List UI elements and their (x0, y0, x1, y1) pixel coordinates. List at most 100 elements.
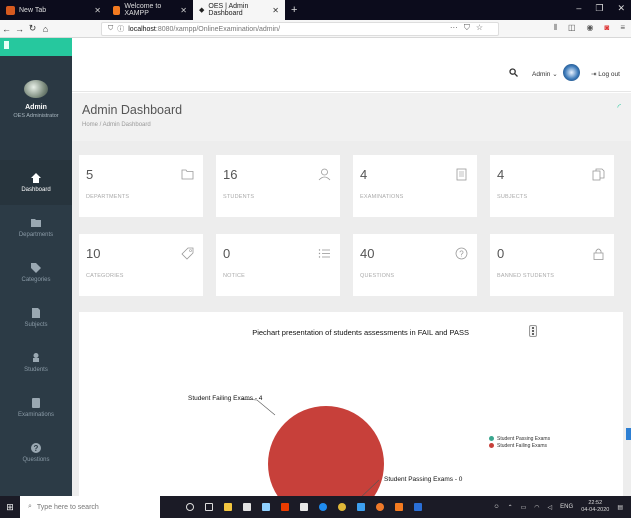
stat-label: EXAMINATIONS (360, 194, 404, 200)
battery-icon[interactable]: ▭ (521, 504, 527, 511)
stat-card-examinations[interactable]: 4 EXAMINATIONS (353, 155, 477, 217)
sidebar-item-students[interactable]: Students (0, 340, 72, 385)
people-icon[interactable]: ☺ (493, 504, 499, 510)
legend-label: Student Passing Exams (497, 435, 551, 442)
close-icon[interactable]: ✕ (94, 6, 101, 15)
logout-button[interactable]: ⇥ Log out (591, 70, 620, 78)
app-icon[interactable] (414, 503, 422, 511)
firefox-icon (6, 5, 15, 15)
breadcrumb: Home / Admin Dashboard (82, 122, 151, 128)
notification-icon[interactable]: ▤ (617, 504, 623, 511)
new-tab-button[interactable]: + (285, 4, 303, 16)
pocket-icon[interactable]: ⛉ (464, 23, 470, 33)
chrome-icon[interactable] (338, 503, 346, 511)
sidebar-item-label: Students (24, 366, 48, 373)
pie-slice-failing[interactable] (268, 406, 384, 502)
account-icon[interactable]: ◉ (587, 23, 594, 33)
close-window-icon[interactable]: ✕ (617, 3, 625, 14)
stat-value: 5 (86, 167, 94, 182)
sidebar: Admin OES Administrator Dashboard Depart… (0, 56, 72, 496)
mail-icon[interactable] (262, 503, 270, 511)
sidebar-item-dashboard[interactable]: Dashboard (0, 160, 72, 205)
chart-legend: Student Passing Exams Student Failing Ex… (489, 435, 550, 449)
page-title: Admin Dashboard (82, 103, 183, 117)
pie-label-passing: Student Passing Exams - 0 (384, 476, 463, 483)
book-icon (456, 168, 467, 181)
firefox-icon[interactable] (376, 503, 384, 511)
page-header: Admin Dashboard Home / Admin Dashboard ◜ (72, 93, 631, 141)
restore-icon[interactable]: ❐ (595, 3, 603, 14)
sidebar-icon[interactable]: ◫ (568, 23, 576, 33)
home-icon[interactable]: ⌂ (39, 24, 52, 34)
close-icon[interactable]: ✕ (272, 6, 279, 15)
info-icon: ⓘ (117, 26, 125, 33)
store-icon[interactable] (243, 503, 251, 511)
search-icon[interactable] (509, 68, 518, 79)
stat-value: 4 (360, 167, 368, 182)
extension-icon[interactable]: ◙ (604, 23, 609, 33)
xampp-icon[interactable] (395, 503, 403, 511)
stat-card-notice[interactable]: 0 NOTICE (216, 234, 340, 296)
task-view-icon[interactable] (205, 503, 213, 511)
forward-icon[interactable]: → (13, 24, 26, 34)
browser-tab-xampp[interactable]: Welcome to XAMPP ✕ (107, 0, 193, 20)
edge-icon[interactable] (319, 503, 327, 511)
address-bar[interactable]: ⛉ ⓘ localhost:8080/xampp/OnlineExaminati… (101, 22, 499, 36)
sidebar-item-subjects[interactable]: Subjects (0, 295, 72, 340)
more-icon[interactable]: ··· (450, 23, 458, 33)
bookmark-star-icon[interactable]: ☆ (476, 23, 483, 33)
library-icon[interactable]: ⫴ (554, 23, 557, 33)
reload-icon[interactable]: ↻ (26, 23, 39, 34)
stat-value: 4 (497, 167, 505, 182)
clock[interactable]: 22:52 04-04-2020 (581, 500, 609, 514)
sidebar-item-departments[interactable]: Departments (0, 205, 72, 250)
clock-date: 04-04-2020 (581, 507, 610, 513)
sidebar-user: Admin OES Administrator (0, 56, 72, 160)
stat-label: NOTICE (223, 273, 245, 279)
document-icon (31, 307, 41, 318)
tab-label: Welcome to XAMPP (124, 3, 162, 17)
stat-value: 0 (223, 246, 231, 261)
address-bar-actions: ··· ⛉ ☆ (450, 23, 483, 33)
browser-toolbar-right: ⫴ ◫ ◉ ◙ ≡ (554, 23, 625, 33)
taskbar-search[interactable]: ⌕ Type here to search (20, 496, 160, 518)
vscode-icon[interactable] (357, 503, 365, 511)
legend-item-failing[interactable]: Student Failing Exams (489, 442, 550, 449)
stat-card-banned-students[interactable]: 0 BANNED STUDENTS (490, 234, 614, 296)
admin-menu[interactable]: Admin ⌄ (532, 70, 558, 78)
document-icon[interactable] (300, 503, 308, 511)
legend-item-passing[interactable]: Student Passing Exams (489, 435, 550, 442)
url-host: localhost (128, 25, 156, 33)
stat-card-departments[interactable]: 5 DEPARTMENTS (79, 155, 203, 217)
language-indicator[interactable]: ENG (560, 504, 573, 510)
profile-avatar[interactable] (563, 64, 580, 81)
sidebar-item-categories[interactable]: Categories (0, 250, 72, 295)
refresh-icon[interactable]: ◜ (618, 102, 622, 113)
admin-menu-label: Admin (532, 71, 551, 78)
windows-start-icon[interactable]: ⊞ (0, 502, 20, 513)
pie-chart-panel: Piechart presentation of students assess… (79, 312, 623, 502)
sidebar-item-questions[interactable]: ? Questions (0, 430, 72, 475)
side-feedback-tab[interactable] (626, 428, 631, 440)
office-icon[interactable] (281, 503, 289, 511)
stat-card-questions[interactable]: 40 QUESTIONS ? (353, 234, 477, 296)
window-controls: – ❐ ✕ (576, 3, 625, 14)
browser-tab-oes[interactable]: ◆ OES | Admin Dashboard ✕ (193, 0, 285, 20)
volume-icon[interactable]: ◁ (548, 504, 553, 511)
network-icon[interactable]: ◠ (534, 504, 539, 511)
minimize-icon[interactable]: – (576, 3, 581, 14)
chevron-up-icon[interactable]: ⌃ (508, 504, 513, 511)
browser-tab-new-tab[interactable]: New Tab ✕ (0, 0, 107, 20)
list-icon (318, 249, 330, 258)
cortana-icon[interactable] (186, 503, 194, 511)
close-icon[interactable]: ✕ (180, 6, 187, 15)
stat-card-students[interactable]: 16 STUDENTS (216, 155, 340, 217)
sidebar-item-label: Subjects (24, 321, 48, 328)
file-explorer-icon[interactable] (224, 503, 232, 511)
browser-navbar: ← → ↻ ⌂ ⛉ ⓘ localhost:8080/xampp/OnlineE… (0, 20, 631, 38)
menu-icon[interactable]: ≡ (620, 23, 625, 33)
stat-card-categories[interactable]: 10 CATEGORIES (79, 234, 203, 296)
back-icon[interactable]: ← (0, 24, 13, 34)
stat-card-subjects[interactable]: 4 SUBJECTS (490, 155, 614, 217)
sidebar-item-examinations[interactable]: Examinations (0, 385, 72, 430)
